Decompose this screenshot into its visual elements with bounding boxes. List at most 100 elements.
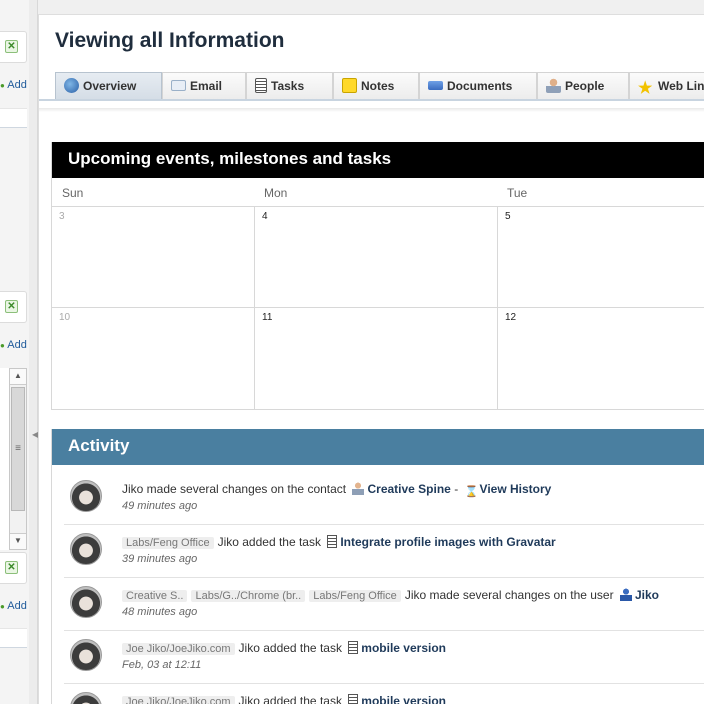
activity-time: 39 minutes ago [122, 553, 198, 565]
activity-link[interactable]: Integrate profile images with Gravatar [340, 535, 555, 549]
star-icon: ★ [638, 80, 653, 97]
page-title: Viewing all Information [55, 29, 285, 52]
scroll-up-icon[interactable]: ▲ [10, 369, 26, 385]
activity-link[interactable]: mobile version [361, 694, 446, 704]
day-number: 3 [59, 211, 65, 222]
day-header-sun: Sun [62, 186, 84, 200]
task-icon [348, 694, 359, 704]
activity-link[interactable]: Creative Spine [367, 482, 450, 496]
tab-label: Notes [361, 79, 395, 93]
activity-text: Labs/Feng Office Jiko added the task Inte… [122, 535, 556, 549]
tab-email[interactable]: Email [162, 72, 246, 100]
tab-notes[interactable]: Notes [333, 72, 419, 100]
view-history-link[interactable]: View History [480, 482, 552, 496]
user-icon [619, 588, 632, 601]
activity-description: Jiko added the task [238, 694, 342, 704]
panel-row [0, 108, 27, 128]
workspace-tag[interactable]: Labs/Feng Office [309, 590, 401, 602]
panel-list [0, 368, 9, 550]
tab-label: Tasks [271, 79, 305, 93]
activity-time: Feb, 03 at 12:11 [122, 659, 202, 671]
calendar-cell[interactable]: 12 [498, 308, 704, 410]
avatar[interactable] [70, 533, 102, 565]
activity-description: Jiko made several changes on the contact [122, 482, 347, 496]
panel-splitter[interactable]: ◀ [29, 0, 38, 704]
activity-text: Creative S.. Labs/G../Chrome (br.. Labs/Fe… [122, 588, 659, 602]
day-number: 10 [59, 312, 71, 323]
app-window: ✕ ● Add ✕ ● Add ▲ ≡ ▼ ✕ ● Add ◀ Viewing … [0, 0, 704, 704]
activity-item: Joe Jiko/JoeJiko.com Jiko added the task … [64, 631, 704, 684]
activity-description: Jiko added the task [238, 641, 342, 655]
calendar-grid: 3 4 5 10 11 12 [52, 206, 704, 410]
activity-item: Labs/Feng Office Jiko added the task Inte… [64, 525, 704, 578]
activity-title: Activity [52, 429, 704, 465]
tab-tasks[interactable]: Tasks [246, 72, 333, 100]
tab-overview[interactable]: Overview [55, 72, 162, 100]
add-button-2[interactable]: ● Add [0, 339, 29, 351]
avatar[interactable] [70, 692, 102, 704]
scroll-thumb[interactable]: ≡ [11, 387, 25, 511]
add-dot-icon: ● [0, 81, 5, 90]
calendar-cell[interactable]: 4 [255, 207, 498, 308]
activity-text: Joe Jiko/JoeJiko.com Jiko added the task … [122, 641, 446, 655]
add-dot-icon: ● [0, 602, 5, 611]
tab-bar-underline [39, 99, 704, 101]
calendar-cell[interactable]: 3 [52, 207, 255, 308]
activity-link[interactable]: Jiko [635, 588, 659, 602]
avatar[interactable] [70, 639, 102, 671]
note-icon [342, 78, 357, 93]
upcoming-calendar: Upcoming events, milestones and tasks Su… [51, 142, 704, 410]
close-icon[interactable]: ✕ [5, 40, 18, 53]
workspace-tag[interactable]: Joe Jiko/JoeJiko.com [122, 643, 235, 655]
close-icon[interactable]: ✕ [5, 300, 18, 313]
main-content: Viewing all Information Overview Email T… [38, 14, 704, 704]
day-number: 12 [505, 312, 517, 323]
activity-item: Joe Jiko/JoeJiko.com Jiko added the task … [64, 684, 704, 704]
scrollbar[interactable]: ▲ ≡ ▼ [9, 368, 27, 550]
activity-text: Joe Jiko/JoeJiko.com Jiko added the task … [122, 694, 446, 704]
activity-text: Jiko made several changes on the contact… [122, 482, 551, 499]
calendar-cell[interactable]: 5 [498, 207, 704, 308]
activity-link[interactable]: mobile version [361, 641, 446, 655]
left-panel: ✕ ● Add ✕ ● Add ▲ ≡ ▼ ✕ ● Add [0, 0, 29, 704]
day-number: 5 [505, 211, 511, 222]
activity-description: Jiko added the task [217, 535, 321, 549]
avatar[interactable] [70, 586, 102, 618]
activity-time: 48 minutes ago [122, 606, 198, 618]
scroll-down-icon[interactable]: ▼ [10, 533, 26, 549]
hourglass-icon: ⌛ [464, 486, 479, 498]
calendar-title: Upcoming events, milestones and tasks [52, 142, 704, 178]
panel-header-2: ✕ [0, 291, 27, 323]
separator: - [454, 482, 459, 496]
workspace-tag[interactable]: Labs/G../Chrome (br.. [191, 590, 306, 602]
workspace-tag[interactable]: Joe Jiko/JoeJiko.com [122, 696, 235, 704]
workspace-tag[interactable]: Creative S.. [122, 590, 188, 602]
activity-item: Creative S.. Labs/G../Chrome (br.. Labs/Fe… [64, 578, 704, 631]
add-label: Add [7, 600, 27, 612]
task-icon [327, 535, 338, 548]
tab-documents[interactable]: Documents [419, 72, 537, 100]
workspace-tag[interactable]: Labs/Feng Office [122, 537, 214, 549]
panel-row [0, 628, 27, 648]
tab-label: Web Lin [658, 79, 704, 93]
task-list-icon [255, 78, 267, 93]
tab-people[interactable]: People [537, 72, 629, 100]
activity-time: 49 minutes ago [122, 500, 198, 512]
add-label: Add [7, 339, 27, 351]
person-icon [546, 78, 561, 93]
add-dot-icon: ● [0, 341, 5, 350]
calendar-cell[interactable]: 11 [255, 308, 498, 410]
close-icon[interactable]: ✕ [5, 561, 18, 574]
documents-icon [428, 81, 443, 90]
activity-description: Jiko made several changes on the user [404, 588, 614, 602]
tab-web-links[interactable]: ★ Web Lin [629, 72, 704, 100]
day-header-mon: Mon [264, 186, 288, 200]
add-button-1[interactable]: ● Add [0, 79, 29, 91]
avatar[interactable] [70, 480, 102, 512]
contact-icon [352, 482, 365, 495]
activity-item: Jiko made several changes on the contact… [64, 472, 704, 525]
add-button-3[interactable]: ● Add [0, 600, 29, 612]
panel-header-3: ✕ [0, 552, 27, 584]
envelope-icon [171, 80, 186, 91]
calendar-cell[interactable]: 10 [52, 308, 255, 410]
